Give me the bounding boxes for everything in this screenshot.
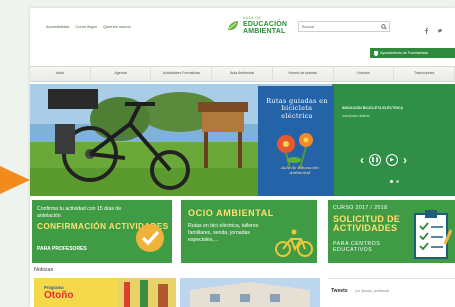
slider-dots [390, 180, 399, 183]
news-thumb-otono[interactable]: Programa Otoño [34, 278, 176, 307]
hero-book-cover[interactable]: Rutas guiadas en bicicleta eléctrica Aul… [258, 86, 334, 196]
promo1-footer: PARA PROFESORES [37, 246, 87, 252]
clipboard-icon [414, 210, 453, 259]
slider-play-button[interactable]: ▶ [386, 154, 398, 166]
news-thumb1-line2: Otoño [44, 290, 74, 301]
search-icon [380, 23, 387, 30]
search-button[interactable] [378, 22, 389, 31]
main-nav: Inicio Agenda Actividades Formativas Aul… [30, 66, 455, 82]
nav-item-actividades[interactable]: Actividades Formativas [151, 67, 213, 81]
promo3-footer: PARA CENTROS EDUCATIVOS [333, 241, 381, 254]
promo2-heading: OCIO AMBIENTAL [188, 208, 274, 218]
nav-item-huertos[interactable]: Huertos [334, 67, 395, 81]
news-thumb-building[interactable] [180, 278, 320, 307]
top-links: Accesibilidad Como llegar Quiénes somos [46, 24, 131, 29]
facebook-icon[interactable] [424, 21, 429, 34]
building-image [180, 278, 320, 307]
search-box [298, 21, 390, 32]
book-title: Rutas guiadas en bicicleta eléctrica [266, 97, 328, 120]
orange-pointer-decoration [0, 166, 30, 194]
tweets-widget: Tweets por @aula_ambiental [327, 278, 455, 307]
promo-row: Confirma tu actividad con 15 días de ant… [30, 200, 455, 263]
nav-item-inicio[interactable]: Inicio [30, 67, 91, 81]
playground-image [118, 278, 176, 307]
logo-line2: EDUCACIÓN [243, 20, 288, 28]
checkmark-icon [136, 224, 164, 252]
promo-confirmacion[interactable]: Confirma tu actividad con 15 días de ant… [32, 200, 172, 263]
slider-dot-1[interactable] [390, 180, 393, 183]
slider-prev-icon[interactable]: ‹ [360, 154, 364, 166]
promo3-course: CURSO 2017 / 2018 [333, 205, 388, 211]
tweets-title: Tweets [331, 288, 348, 294]
leaf-logo-icon [228, 20, 238, 30]
promo-solicitud[interactable]: CURSO 2017 / 2018 SOLICITUD DE ACTIVIDAD… [328, 200, 455, 263]
city-crest-icon [374, 50, 378, 56]
link-como-llegar[interactable]: Como llegar [75, 24, 97, 29]
twitter-icon[interactable] [437, 21, 442, 33]
slider-pause-button[interactable]: ❚❚ [369, 154, 381, 166]
flowers-illustration [277, 133, 313, 169]
slider-controls: ‹ ❚❚ ▶ › [360, 154, 407, 166]
link-accesibilidad[interactable]: Accesibilidad [46, 24, 69, 29]
ayuntamiento-link[interactable]: Ayuntamiento de Fuenlabrada [370, 48, 455, 58]
nav-item-aula-ambiental[interactable]: Aula Ambiental [212, 67, 273, 81]
tweets-by[interactable]: por @aula_ambiental [355, 289, 389, 293]
bicycle-icon [275, 229, 313, 257]
hero-side-title: INICIACIÓN BICICLETA ELÉCTRICA [342, 106, 404, 110]
nav-item-transiciones[interactable]: Transiciones [394, 67, 455, 81]
book-footer: Aula de Educación Ambiental [281, 165, 319, 175]
logo-line3: AMBIENTAL [243, 27, 286, 35]
promo1-intro: Confirma tu actividad con 15 días de ant… [37, 206, 122, 219]
logo-text: AULA DE EDUCACIÓN AMBIENTAL [243, 16, 288, 35]
social-icons [424, 21, 442, 34]
website-page: Accesibilidad Como llegar Quiénes somos … [30, 8, 455, 307]
news-heading: Noticias [34, 267, 54, 273]
nav-item-huerto-plantas[interactable]: Huerto de plantas [273, 67, 334, 81]
promo2-body: Rutas en bici eléctrica, talleres famili… [188, 223, 259, 243]
ayuntamiento-label: Ayuntamiento de Fuenlabrada [380, 51, 429, 55]
top-bar: Accesibilidad Como llegar Quiénes somos … [30, 8, 455, 46]
hero-side-subtitle: Inscripción abierta [342, 114, 370, 118]
link-quienes-somos[interactable]: Quiénes somos [103, 24, 131, 29]
site-logo[interactable]: AULA DE EDUCACIÓN AMBIENTAL [226, 16, 288, 35]
nav-item-agenda[interactable]: Agenda [91, 67, 152, 81]
slider-next-icon[interactable]: › [403, 154, 407, 166]
slider-dot-2[interactable] [396, 180, 399, 183]
search-input[interactable] [299, 24, 379, 29]
promo-ocio-ambiental[interactable]: OCIO AMBIENTAL Rutas en bici eléctrica, … [181, 200, 317, 263]
